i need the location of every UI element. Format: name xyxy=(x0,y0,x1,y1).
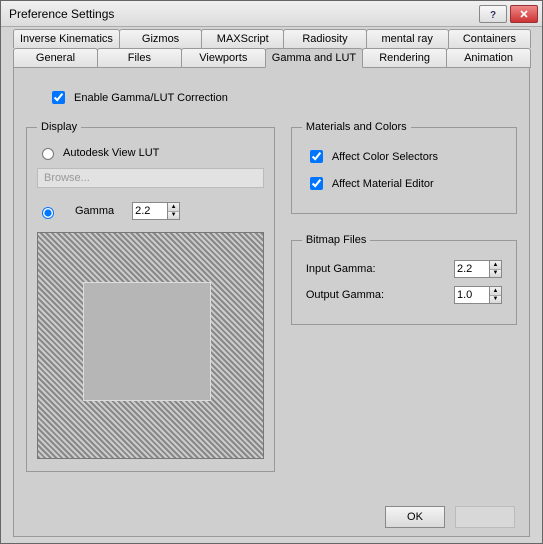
output-gamma-step-down[interactable]: ▼ xyxy=(490,296,501,304)
tab-mental-ray[interactable]: mental ray xyxy=(366,29,449,48)
preference-settings-window: Preference Settings ? Inverse Kinematics… xyxy=(0,0,543,544)
enable-gamma-row: Enable Gamma/LUT Correction xyxy=(48,88,517,107)
close-button[interactable] xyxy=(510,5,538,23)
titlebar: Preference Settings ? xyxy=(1,1,542,27)
tab-containers[interactable]: Containers xyxy=(448,29,531,48)
enable-gamma-checkbox[interactable] xyxy=(52,91,65,104)
input-gamma-step-up[interactable]: ▲ xyxy=(490,261,501,270)
output-gamma-input[interactable] xyxy=(454,286,490,304)
tab-general[interactable]: General xyxy=(13,48,98,68)
affect-color-selectors-checkbox[interactable] xyxy=(310,150,323,163)
tab-files[interactable]: Files xyxy=(97,48,182,68)
gamma-label: Gamma xyxy=(75,205,114,217)
materials-colors-legend: Materials and Colors xyxy=(302,121,411,133)
ok-button[interactable]: OK xyxy=(385,506,445,528)
input-gamma-label: Input Gamma: xyxy=(306,263,448,275)
browse-field: Browse... xyxy=(37,168,264,188)
bitmap-files-group: Bitmap Files Input Gamma: ▲ ▼ xyxy=(291,234,517,325)
gamma-preview xyxy=(37,232,264,459)
affect-color-selectors-label: Affect Color Selectors xyxy=(332,151,438,163)
tab-inverse-kinematics[interactable]: Inverse Kinematics xyxy=(13,29,120,48)
svg-text:?: ? xyxy=(490,10,496,19)
autodesk-view-lut-radio[interactable] xyxy=(42,148,54,160)
bitmap-files-legend: Bitmap Files xyxy=(302,234,371,246)
tab-viewports[interactable]: Viewports xyxy=(181,48,266,68)
tab-gizmos[interactable]: Gizmos xyxy=(119,29,202,48)
input-gamma-spinner[interactable]: ▲ ▼ xyxy=(454,260,502,278)
tab-radiosity[interactable]: Radiosity xyxy=(283,29,366,48)
gamma-input[interactable] xyxy=(132,202,168,220)
autodesk-view-lut-row: Autodesk View LUT xyxy=(37,145,264,160)
content-area: Inverse Kinematics Gizmos MAXScript Radi… xyxy=(1,27,542,543)
gamma-step-up[interactable]: ▲ xyxy=(168,203,179,212)
autodesk-view-lut-label: Autodesk View LUT xyxy=(63,147,159,159)
gamma-radio[interactable] xyxy=(42,207,54,219)
output-gamma-label: Output Gamma: xyxy=(306,289,448,301)
affect-material-editor-checkbox[interactable] xyxy=(310,177,323,190)
enable-gamma-label: Enable Gamma/LUT Correction xyxy=(74,92,228,104)
tab-strip: Inverse Kinematics Gizmos MAXScript Radi… xyxy=(7,29,536,68)
help-button[interactable]: ? xyxy=(479,5,507,23)
tab-maxscript[interactable]: MAXScript xyxy=(201,29,284,48)
output-gamma-spinner[interactable]: ▲ ▼ xyxy=(454,286,502,304)
dialog-buttons: OK xyxy=(385,506,515,528)
affect-material-editor-label: Affect Material Editor xyxy=(332,178,434,190)
input-gamma-step-down[interactable]: ▼ xyxy=(490,270,501,278)
tab-gamma-and-lut[interactable]: Gamma and LUT xyxy=(265,48,363,68)
materials-colors-group: Materials and Colors Affect Color Select… xyxy=(291,121,517,214)
gamma-lut-panel: Enable Gamma/LUT Correction Display Auto… xyxy=(13,67,530,537)
output-gamma-step-up[interactable]: ▲ xyxy=(490,287,501,296)
gamma-spinner[interactable]: ▲ ▼ xyxy=(132,202,180,220)
window-buttons: ? xyxy=(479,5,538,23)
display-legend: Display xyxy=(37,121,81,133)
window-title: Preference Settings xyxy=(9,7,479,21)
input-gamma-input[interactable] xyxy=(454,260,490,278)
display-group: Display Autodesk View LUT Browse... Gamm… xyxy=(26,121,275,472)
gamma-row: Gamma ▲ ▼ xyxy=(37,202,264,220)
secondary-button[interactable] xyxy=(455,506,515,528)
tab-animation[interactable]: Animation xyxy=(446,48,531,68)
gamma-step-down[interactable]: ▼ xyxy=(168,212,179,220)
browse-label: Browse... xyxy=(44,172,90,184)
tab-rendering[interactable]: Rendering xyxy=(362,48,447,68)
